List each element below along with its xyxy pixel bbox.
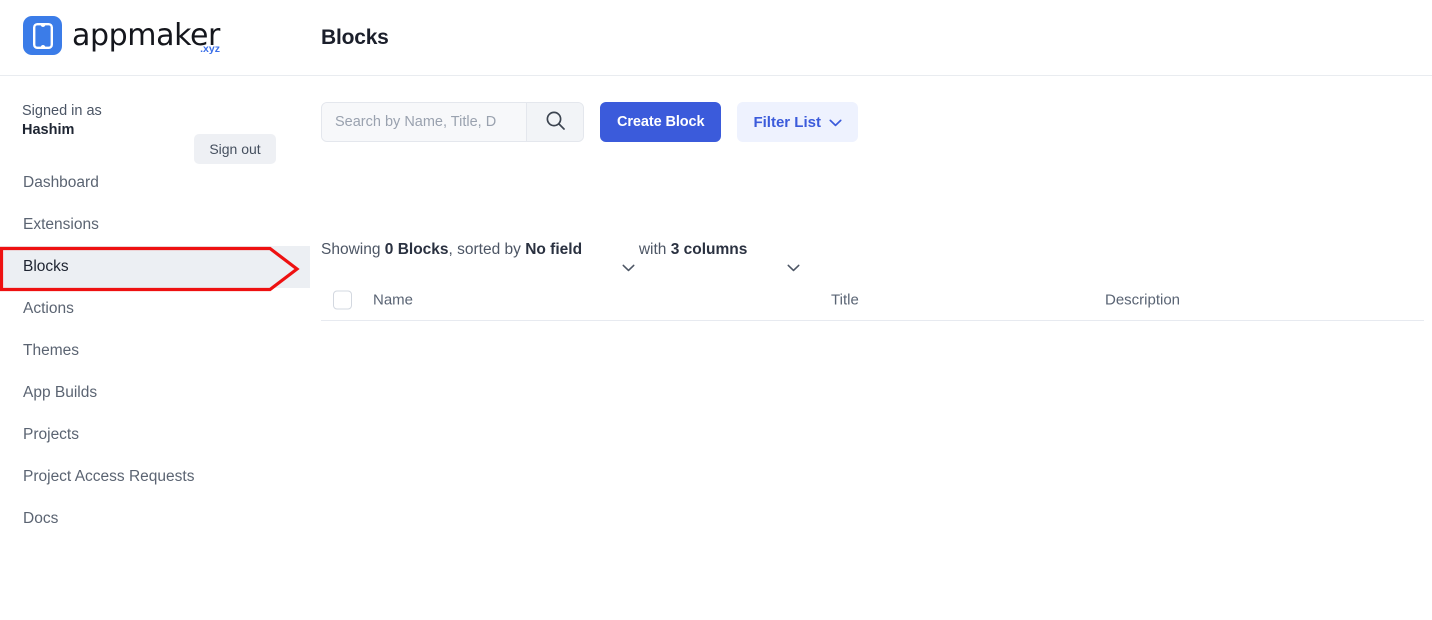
blocks-table: Name Title Description <box>321 279 1424 322</box>
brand-tld: .xyz <box>200 42 220 55</box>
sidebar-item-themes[interactable]: Themes <box>0 330 310 372</box>
page-title: Blocks <box>321 26 389 49</box>
table-header-row: Name Title Description <box>321 279 1424 321</box>
sidebar-item-label: Blocks <box>23 258 69 275</box>
column-header-name[interactable]: Name <box>373 291 413 308</box>
summary-middle: , sorted by <box>448 241 526 258</box>
select-all-checkbox[interactable] <box>333 290 352 309</box>
sidebar-item-label: Dashboard <box>23 174 99 191</box>
brand-logo[interactable]: appmaker .xyz <box>23 16 220 55</box>
search-button[interactable] <box>526 103 583 141</box>
content-area: Create Block Filter List Showing 0 Block… <box>310 76 1432 620</box>
user-name: Hashim <box>22 122 75 138</box>
sidebar-item-extensions[interactable]: Extensions <box>0 204 310 246</box>
signed-in-block: Signed in as Hashim Sign out <box>22 102 288 164</box>
sign-out-button[interactable]: Sign out <box>194 134 276 164</box>
table-body-empty <box>321 321 1424 322</box>
sidebar-item-app-builds[interactable]: App Builds <box>0 372 310 414</box>
top-bar: appmaker .xyz Blocks <box>0 0 1432 76</box>
search-input[interactable] <box>322 103 526 141</box>
app-root: appmaker .xyz Blocks Signed in as Hashim… <box>0 0 1432 620</box>
column-header-description[interactable]: Description <box>1105 291 1180 308</box>
sidebar-item-label: App Builds <box>23 384 98 401</box>
summary-with: with <box>634 241 671 258</box>
phone-icon <box>23 16 62 55</box>
filter-list-label: Filter List <box>753 113 821 131</box>
list-toolbar: Create Block Filter List <box>321 102 858 142</box>
create-block-button[interactable]: Create Block <box>600 102 722 142</box>
sidebar-item-label: Project Access Requests <box>23 468 195 485</box>
signed-in-label: Signed in as <box>22 103 102 119</box>
sidebar-item-actions[interactable]: Actions <box>0 288 310 330</box>
search-icon <box>545 110 566 134</box>
brand-name: appmaker <box>72 17 220 53</box>
sidebar-item-docs[interactable]: Docs <box>0 498 310 540</box>
column-header-title[interactable]: Title <box>831 291 859 308</box>
filter-list-button[interactable]: Filter List <box>737 102 858 142</box>
chevron-down-icon <box>829 114 842 131</box>
sidebar-item-projects[interactable]: Projects <box>0 414 310 456</box>
sidebar-item-label: Docs <box>23 510 59 527</box>
sidebar-item-label: Themes <box>23 342 79 359</box>
sidebar-nav: Dashboard Extensions Blocks Actions Them… <box>0 162 310 540</box>
signed-in-label-wrap: Signed in as Hashim <box>22 102 102 140</box>
sidebar: Signed in as Hashim Sign out Dashboard E… <box>0 76 310 620</box>
summary-prefix: Showing <box>321 241 385 258</box>
select-all-checkbox-wrap <box>333 290 352 309</box>
columns-dropdown[interactable]: 3 columns <box>671 241 748 259</box>
sidebar-item-label: Actions <box>23 300 74 317</box>
search-group <box>321 102 584 142</box>
sidebar-item-blocks[interactable]: Blocks <box>0 246 310 288</box>
sidebar-item-label: Projects <box>23 426 79 443</box>
brand-wordmark: appmaker .xyz <box>72 17 220 54</box>
sidebar-item-label: Extensions <box>23 216 99 233</box>
summary-count: 0 Blocks <box>384 241 449 258</box>
sidebar-item-dashboard[interactable]: Dashboard <box>0 162 310 204</box>
sort-field-dropdown[interactable]: No field <box>525 241 582 259</box>
sidebar-item-project-access-requests[interactable]: Project Access Requests <box>0 456 310 498</box>
